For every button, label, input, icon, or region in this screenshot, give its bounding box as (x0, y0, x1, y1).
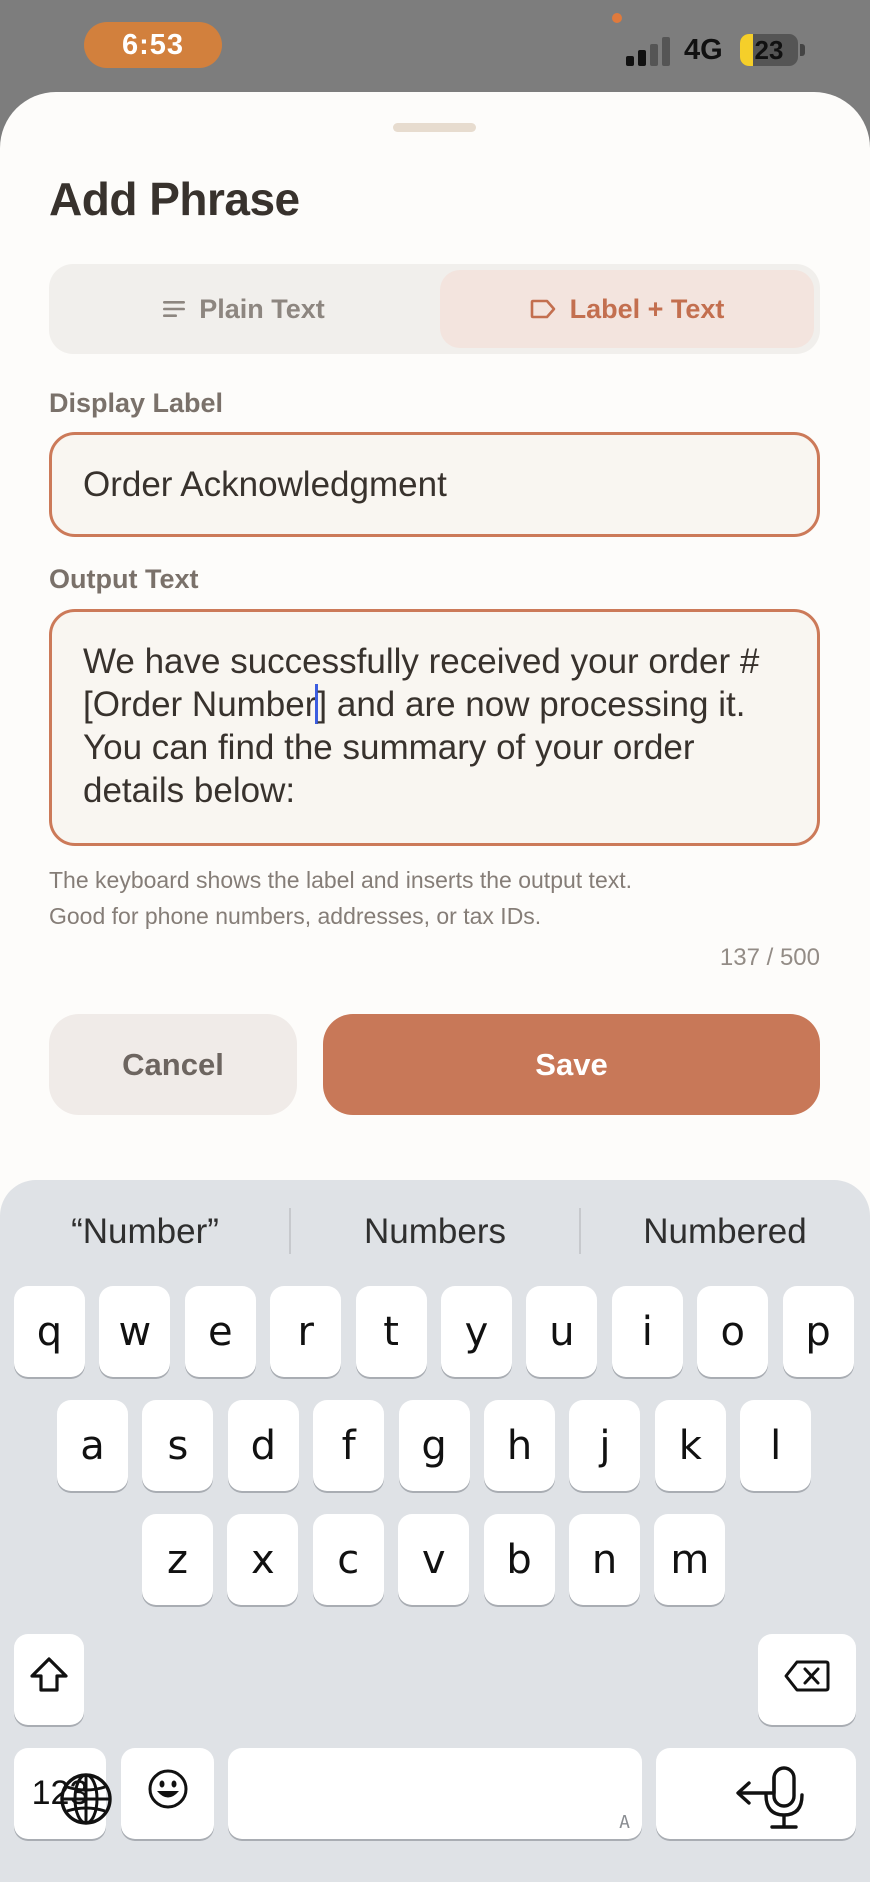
key-j[interactable]: j (569, 1400, 641, 1491)
globe-key[interactable] (56, 1770, 116, 1832)
signal-strength-icon (626, 36, 672, 66)
helper-line-2: Good for phone numbers, addresses, or ta… (49, 903, 542, 929)
key-t[interactable]: t (355, 1286, 427, 1377)
microphone-icon (761, 1765, 807, 1836)
space-language-mark: A (619, 1812, 630, 1833)
sheet-title: Add Phrase (49, 173, 300, 225)
key-m[interactable]: m (654, 1514, 726, 1605)
network-type: 4G (684, 34, 723, 66)
segment-label-text[interactable]: Label + Text (440, 270, 814, 348)
globe-icon (58, 1771, 114, 1832)
character-counter: 137 / 500 (719, 944, 820, 971)
key-f[interactable]: f (313, 1400, 385, 1491)
segment-plain-text[interactable]: Plain Text (55, 270, 433, 348)
battery-icon: 23 (740, 34, 798, 66)
key-b[interactable]: b (483, 1514, 555, 1605)
cancel-button[interactable]: Cancel (49, 1014, 297, 1115)
key-u[interactable]: u (526, 1286, 598, 1377)
lines-icon (163, 300, 186, 318)
key-h[interactable]: h (484, 1400, 555, 1491)
key-i[interactable]: i (611, 1286, 683, 1377)
mode-segmented-control: Plain Text Label + Text (49, 264, 820, 354)
key-r[interactable]: r (270, 1286, 342, 1377)
key-c[interactable]: c (312, 1514, 384, 1605)
suggestion-3[interactable]: Numbered (580, 1212, 870, 1252)
status-bar: 6:53 4G 23 (0, 0, 870, 92)
display-label-heading: Display Label (49, 388, 224, 418)
keyboard: “Number” Numbers Numbered qwertyuiop asdf… (0, 1180, 870, 1882)
key-y[interactable]: y (441, 1286, 512, 1377)
battery-tip (800, 44, 805, 56)
key-n[interactable]: n (569, 1514, 640, 1605)
key-e[interactable]: e (184, 1286, 256, 1377)
tag-icon (530, 299, 556, 319)
output-text-textarea[interactable]: We have successfully received your order… (49, 609, 820, 846)
helper-text: The keyboard shows the label and inserts… (49, 862, 820, 934)
display-label-value: Order Acknowledgment (83, 465, 447, 504)
emoji-icon (147, 1768, 189, 1820)
privacy-indicator-dot (612, 13, 622, 23)
delete-key[interactable] (758, 1634, 856, 1725)
key-q[interactable]: q (14, 1286, 85, 1377)
space-key[interactable]: A (228, 1748, 642, 1839)
key-z[interactable]: z (142, 1514, 213, 1605)
key-g[interactable]: g (398, 1400, 470, 1491)
segment-label-text-label: Label + Text (569, 293, 725, 324)
key-k[interactable]: k (654, 1400, 726, 1491)
output-text-heading: Output Text (49, 564, 199, 594)
shift-icon (28, 1655, 70, 1705)
key-s[interactable]: s (142, 1400, 214, 1491)
suggestion-1[interactable]: “Number” (0, 1212, 290, 1252)
save-button[interactable]: Save (323, 1014, 820, 1115)
helper-line-1: The keyboard shows the label and inserts… (49, 867, 633, 893)
suggestion-2[interactable]: Numbers (290, 1212, 580, 1252)
emoji-key[interactable] (121, 1748, 214, 1839)
segment-plain-text-label: Plain Text (199, 293, 325, 324)
key-v[interactable]: v (398, 1514, 470, 1605)
key-o[interactable]: o (697, 1286, 769, 1377)
battery-level: 23 (754, 35, 784, 65)
key-w[interactable]: w (99, 1286, 171, 1377)
key-d[interactable]: d (227, 1400, 299, 1491)
key-x[interactable]: x (227, 1514, 299, 1605)
status-time: 6:53 (84, 22, 222, 68)
key-a[interactable]: a (57, 1400, 128, 1491)
display-label-input[interactable]: Order Acknowledgment (49, 432, 820, 537)
sheet-grabber[interactable] (393, 123, 476, 132)
key-l[interactable]: l (740, 1400, 812, 1491)
key-p[interactable]: p (782, 1286, 854, 1377)
delete-icon (784, 1657, 830, 1703)
dictation-key[interactable] (756, 1765, 812, 1835)
shift-key[interactable] (14, 1634, 84, 1725)
